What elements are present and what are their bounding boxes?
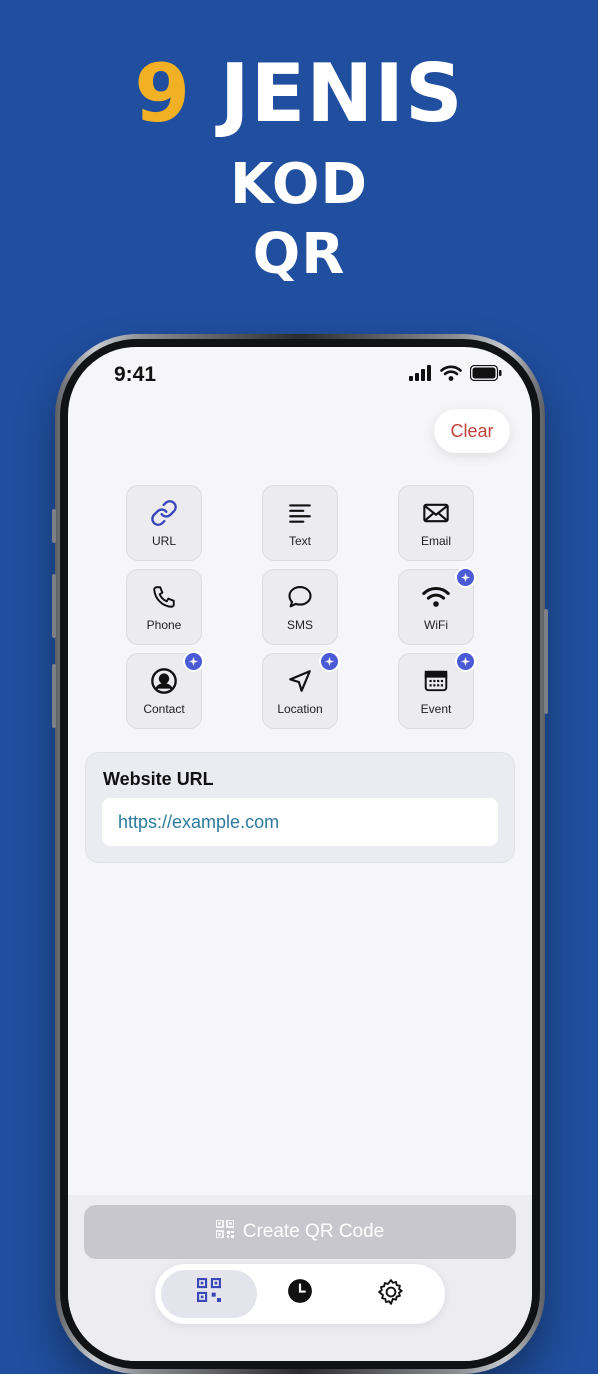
tab-bar xyxy=(155,1264,445,1324)
type-tile-email[interactable]: Email xyxy=(398,485,474,561)
gear-icon xyxy=(377,1278,405,1318)
tab-create[interactable] xyxy=(161,1270,257,1318)
phone-side-button xyxy=(52,574,56,638)
premium-badge-icon xyxy=(455,651,476,672)
app-screen: 9:41 Clear URL Text Email Phone SMS WiFi… xyxy=(68,347,532,1361)
tab-history[interactable] xyxy=(252,1270,348,1318)
text-lines-icon xyxy=(285,498,315,528)
headline-word: JENIS xyxy=(219,47,464,140)
phone-side-button xyxy=(52,664,56,728)
signal-icon xyxy=(408,365,432,386)
website-url-input[interactable] xyxy=(102,798,498,846)
create-qr-code-label: Create QR Code xyxy=(242,1221,385,1242)
create-qr-code-button[interactable]: Create QR Code xyxy=(84,1205,516,1259)
tile-label: Event xyxy=(420,702,452,716)
tile-label: Location xyxy=(277,702,323,716)
website-url-title: Website URL xyxy=(103,769,214,789)
website-url-card: Website URL xyxy=(85,752,515,863)
type-tile-text[interactable]: Text xyxy=(262,485,338,561)
headline-line-3: QR xyxy=(252,222,346,287)
wifi-icon xyxy=(421,582,451,612)
premium-badge-icon xyxy=(183,651,204,672)
tile-label: Contact xyxy=(143,702,185,716)
phone-icon xyxy=(149,582,179,612)
phone-side-button xyxy=(544,609,548,714)
type-tile-sms[interactable]: SMS xyxy=(262,569,338,645)
tile-label: Email xyxy=(420,534,451,548)
type-tile-phone[interactable]: Phone xyxy=(126,569,202,645)
phone-frame: 9:41 Clear URL Text Email Phone SMS WiFi… xyxy=(52,334,548,1374)
tab-settings[interactable] xyxy=(343,1270,439,1318)
type-tile-url[interactable]: URL xyxy=(126,485,202,561)
wifi-icon xyxy=(440,365,462,386)
tile-label: SMS xyxy=(286,618,313,632)
status-time: 9:41 xyxy=(114,363,157,386)
envelope-icon xyxy=(421,498,451,528)
type-tile-contact[interactable]: Contact xyxy=(126,651,204,729)
contact-icon xyxy=(149,666,179,696)
type-tile-wifi[interactable]: WiFi xyxy=(398,567,476,645)
type-tile-location[interactable]: Location xyxy=(262,651,340,729)
navigation-arrow-icon xyxy=(285,666,315,696)
tile-label: URL xyxy=(151,534,176,548)
tile-label: Text xyxy=(288,534,311,548)
qr-code-icon xyxy=(197,1278,221,1318)
phone-side-button xyxy=(52,509,56,543)
headline-line-2: KOD xyxy=(230,152,368,217)
link-icon xyxy=(149,498,179,528)
qr-code-icon xyxy=(214,1219,235,1244)
headline-number: 9 xyxy=(134,47,192,140)
clock-icon xyxy=(287,1278,313,1318)
status-bar: 9:41 xyxy=(68,347,532,407)
tile-label: WiFi xyxy=(424,618,448,632)
calendar-icon xyxy=(421,666,451,696)
tile-label: Phone xyxy=(146,618,182,632)
clear-button[interactable]: Clear xyxy=(434,409,510,453)
status-icons xyxy=(408,364,502,386)
premium-badge-icon xyxy=(455,567,476,588)
premium-badge-icon xyxy=(319,651,340,672)
type-tile-event[interactable]: Event xyxy=(398,651,476,729)
chat-bubble-icon xyxy=(285,582,315,612)
headline-line-1: 9 JENIS xyxy=(0,48,598,140)
battery-icon xyxy=(469,364,502,386)
